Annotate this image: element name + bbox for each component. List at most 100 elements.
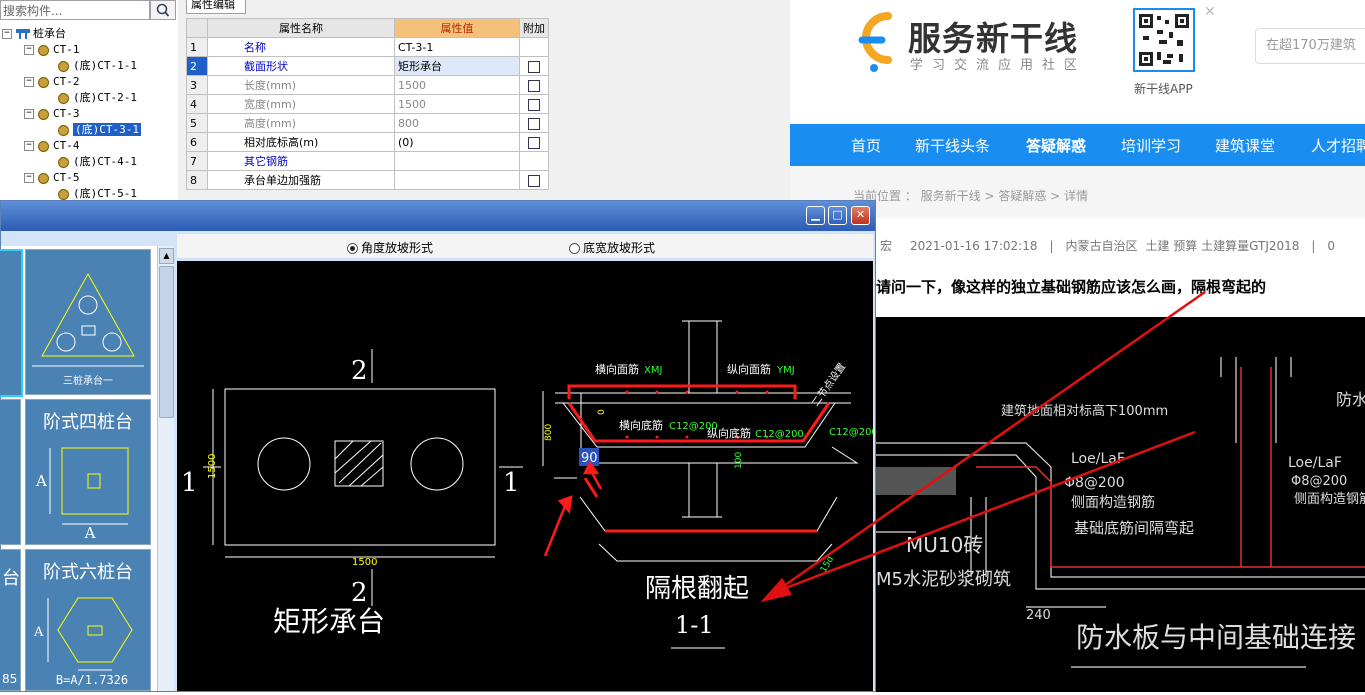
table-row[interactable]: 1 名称 CT-3-1 <box>186 37 549 57</box>
collapse-toggle-icon[interactable]: − <box>24 45 34 55</box>
photo-note: Loe/LaF <box>1288 455 1342 471</box>
collapse-toggle-icon[interactable]: − <box>24 109 34 119</box>
tab-property-edit[interactable]: 属性编辑 <box>186 0 246 14</box>
row-number: 6 <box>186 132 208 152</box>
tree-item-ct-1-1[interactable]: (底)CT-1-1 <box>58 58 137 74</box>
minimize-button[interactable]: ▁ <box>806 206 825 225</box>
thumbnail-partial[interactable]: 台 85 <box>0 549 21 691</box>
tree-item-ct-2[interactable]: − CT-2 <box>24 74 80 90</box>
table-row[interactable]: 2 截面形状 矩形承台 <box>186 56 549 76</box>
radio-angle-slope[interactable]: 角度放坡形式 <box>347 239 433 256</box>
nav-item-classroom[interactable]: 建筑课堂 <box>1215 135 1275 156</box>
brand-name: 服务新干线 <box>908 19 1078 58</box>
property-name: 宽度(mm) <box>207 94 395 114</box>
search-button[interactable] <box>150 0 176 20</box>
table-row[interactable]: 5 高度(mm) 800 <box>186 113 549 133</box>
nav-item-home[interactable]: 首页 <box>851 135 881 156</box>
cad-canvas[interactable]: 2 2 1 1 1500 1500 矩形承台 横向面筋 XMJ 纵向面筋 YMJ… <box>177 261 878 691</box>
extra-checkbox[interactable] <box>528 174 540 187</box>
extra-checkbox[interactable] <box>528 136 540 149</box>
radio-label: 角度放坡形式 <box>361 241 434 255</box>
property-value[interactable]: 800 <box>394 113 520 133</box>
qr-pattern <box>1139 14 1189 66</box>
close-button[interactable]: ✕ <box>851 206 870 225</box>
property-value[interactable]: CT-3-1 <box>394 37 520 57</box>
collapse-toggle-icon[interactable]: − <box>24 173 34 183</box>
rebar-label: 横向底筋 <box>619 418 663 432</box>
slope-label: 15d <box>819 555 836 575</box>
breadcrumb: 当前位置 ： 服务新干线 > 答疑解惑 > 详情 <box>853 189 1088 203</box>
property-value[interactable]: 1500 <box>394 75 520 95</box>
tree-item-ct-3-1[interactable]: (底)CT-3-1 <box>58 122 141 138</box>
question-photo[interactable]: 建筑地面相对标高下100mm Loe/LaF Φ8@200 侧面构造钢筋 基础底… <box>876 317 1365 692</box>
nav-item-training[interactable]: 培训学习 <box>1121 135 1181 156</box>
section-dialog-window: ▁ □ ✕ 三桩承台一 阶式四桩台 A A 台 85 阶式六桩台 A B=A/1… <box>0 200 878 692</box>
extra-checkbox[interactable] <box>528 79 540 92</box>
tree-item-ct-4-1[interactable]: (底)CT-4-1 <box>58 154 137 170</box>
property-value[interactable] <box>394 151 520 171</box>
property-value[interactable]: 矩形承台 <box>394 56 520 76</box>
section-title: 1-1 <box>675 611 714 639</box>
photo-note: Φ8@200 <box>1064 475 1125 491</box>
extra-checkbox[interactable] <box>528 98 540 111</box>
photo-note: 建筑地面相对标高下100mm <box>1001 403 1168 419</box>
collapse-toggle-icon[interactable]: − <box>24 77 34 87</box>
dimension-height: 1500 <box>207 454 218 479</box>
tree-item-ct-2-1[interactable]: (底)CT-2-1 <box>58 90 137 106</box>
scrollbar-thumb[interactable] <box>159 266 174 418</box>
post-tags[interactable]: 土建 预算 土建算量GTJ2018 <box>1145 239 1299 253</box>
row-number-header <box>186 18 208 38</box>
tree-item-label: (底)CT-5-1 <box>73 187 137 200</box>
thumbnail-partial[interactable] <box>0 399 21 545</box>
property-value[interactable] <box>394 170 520 190</box>
table-row[interactable]: 6 相对底标高(m) (0) <box>186 132 549 152</box>
section-mark-top: 2 <box>351 356 368 386</box>
row-number: 7 <box>186 151 208 171</box>
search-input[interactable]: 搜索构件... <box>0 0 150 20</box>
property-value[interactable]: (0) <box>394 132 520 152</box>
tree-item-label: CT-5 <box>53 171 80 184</box>
table-row[interactable]: 3 长度(mm) 1500 <box>186 75 549 95</box>
table-row[interactable]: 8 承台单边加强筋 <box>186 170 549 190</box>
tree-root[interactable]: − 桩承台 <box>2 26 66 42</box>
table-row[interactable]: 4 宽度(mm) 1500 <box>186 94 549 114</box>
library-scrollbar[interactable]: ▲ <box>157 246 174 691</box>
extra-checkbox[interactable] <box>528 117 540 130</box>
nav-item-qa[interactable]: 答疑解惑 <box>1026 135 1086 156</box>
tree-item-ct-1[interactable]: − CT-1 <box>24 42 80 58</box>
section-mark-bottom: 2 <box>351 578 368 608</box>
thumbnail-stepped-six-pile[interactable]: 阶式六桩台 A B=A/1.7326 <box>25 549 151 691</box>
gear-icon <box>58 60 69 72</box>
tree-item-ct-5[interactable]: − CT-5 <box>24 170 80 186</box>
tree-item-ct-4[interactable]: − CT-4 <box>24 138 80 154</box>
column-header-name: 属性名称 <box>207 18 395 38</box>
thumbnail-partial[interactable] <box>0 249 23 397</box>
thumbnail-formula-partial: 85 <box>2 672 18 686</box>
thumbnail-three-pile-cap[interactable]: 三桩承台一 <box>25 249 151 395</box>
scroll-up-icon[interactable]: ▲ <box>159 248 174 264</box>
qr-code-icon[interactable] <box>1133 8 1195 72</box>
rebar-label: 纵向面筋 <box>727 362 771 376</box>
nav-item-jobs[interactable]: 人才招聘 <box>1311 135 1365 156</box>
property-name: 截面形状 <box>207 56 395 76</box>
thumbnail-stepped-four-pile[interactable]: 阶式四桩台 A A <box>25 399 151 545</box>
six-pile-drawing: A B=A/1.7326 <box>33 597 133 687</box>
table-row[interactable]: 7 其它钢筋 <box>186 151 549 171</box>
property-value[interactable]: 1500 <box>394 94 520 114</box>
column-header-value: 属性值 <box>394 18 520 38</box>
minimize-icon: ▁ <box>811 208 820 221</box>
maximize-button[interactable]: □ <box>828 206 847 225</box>
nav-item-headlines[interactable]: 新干线头条 <box>915 135 990 156</box>
author-name[interactable]: 宏 <box>880 239 892 253</box>
extra-checkbox[interactable] <box>528 60 540 73</box>
radio-width-slope[interactable]: 底宽放坡形式 <box>569 239 655 256</box>
site-search-input[interactable]: 在超170万建筑 <box>1255 28 1365 64</box>
pile-cap-icon <box>16 29 30 39</box>
dialog-titlebar[interactable]: ▁ □ ✕ <box>1 201 875 231</box>
collapse-toggle-icon[interactable]: − <box>24 141 34 151</box>
close-icon[interactable]: ✕ <box>1204 4 1216 20</box>
question-meta: 宏 2021-01-16 17:02:18 | 内蒙古自治区 土建 预算 土建算量GTJ… <box>880 239 1336 253</box>
photo-note: 侧面构造钢筋 <box>1071 494 1155 511</box>
collapse-toggle-icon[interactable]: − <box>2 29 12 39</box>
tree-item-ct-3[interactable]: − CT-3 <box>24 106 80 122</box>
